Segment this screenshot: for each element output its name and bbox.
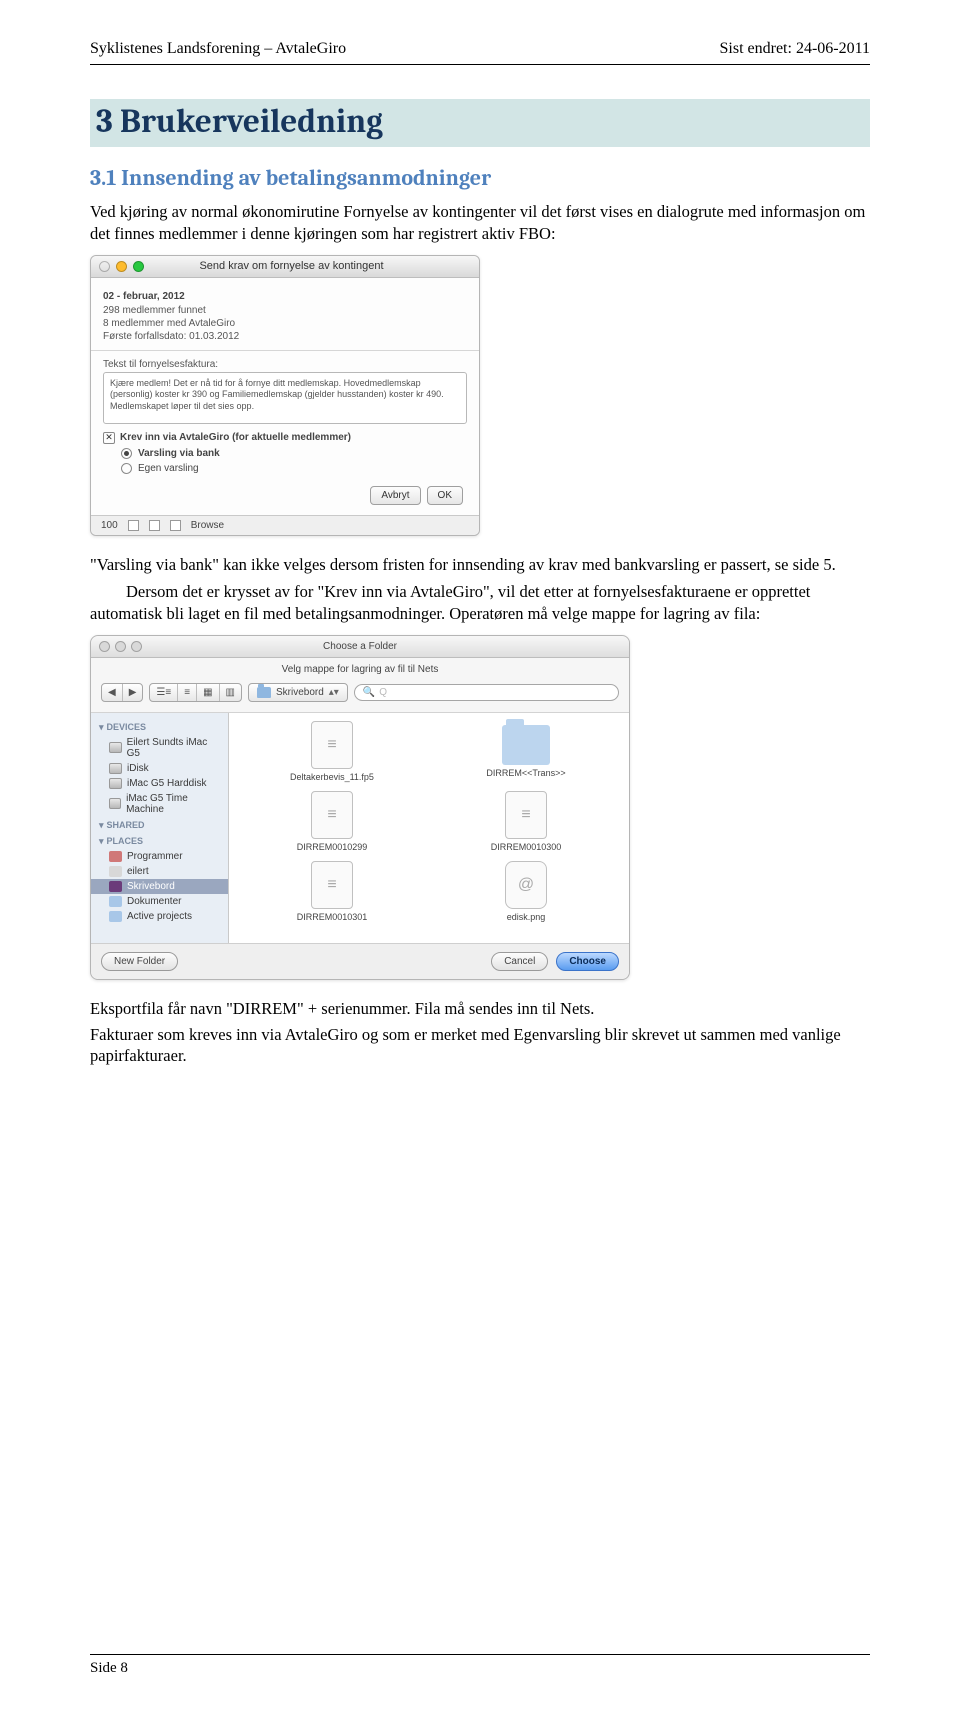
chevron-updown-icon: ▴▾ bbox=[329, 687, 339, 698]
file-item[interactable]: @edisk.png bbox=[433, 861, 619, 927]
dialog-titlebar: Send krav om fornyelse av kontingent bbox=[91, 256, 479, 278]
document-icon: ≡ bbox=[505, 791, 547, 839]
harddisk-icon bbox=[109, 778, 122, 789]
folder-icon bbox=[502, 725, 550, 765]
section-heading: 3 Brukerveiledning bbox=[90, 99, 870, 147]
back-icon[interactable]: ◀ bbox=[102, 684, 123, 701]
dialog-found: 298 medlemmer funnet bbox=[103, 305, 467, 316]
paragraph-varsling: "Varsling via bank" kan ikke velges ders… bbox=[90, 554, 870, 576]
file-grid[interactable]: ≡Deltakerbevis_11.fp5 DIRREM<<Trans>> ≡D… bbox=[229, 713, 629, 943]
status-mode: Browse bbox=[191, 520, 224, 531]
paragraph-fakturaer: Fakturaer som kreves inn via AvtaleGiro … bbox=[90, 1024, 870, 1068]
sidebar-item[interactable]: eilert bbox=[91, 864, 228, 879]
folder-dropdown[interactable]: Skrivebord ▴▾ bbox=[248, 683, 348, 702]
dialog-due: Første forfallsdato: 01.03.2012 bbox=[103, 331, 467, 342]
close-icon[interactable] bbox=[99, 261, 110, 272]
status-icon bbox=[128, 520, 139, 531]
intro-paragraph: Ved kjøring av normal økonomirutine Forn… bbox=[90, 201, 870, 245]
header-left: Syklistenes Landsforening – AvtaleGiro bbox=[90, 40, 346, 58]
document-icon: ≡ bbox=[311, 791, 353, 839]
sidebar-item[interactable]: Programmer bbox=[91, 849, 228, 864]
close-icon[interactable] bbox=[99, 641, 110, 652]
dialog-status-bar: 100 Browse bbox=[91, 515, 479, 535]
sidebar-item[interactable]: Eilert Sundts iMac G5 bbox=[91, 735, 228, 761]
choose-button[interactable]: Choose bbox=[556, 952, 619, 971]
disclosure-icon: ▾ bbox=[99, 836, 104, 847]
status-icon bbox=[149, 520, 160, 531]
search-icon: 🔍 bbox=[363, 687, 375, 698]
minimize-icon[interactable] bbox=[115, 641, 126, 652]
status-icon bbox=[170, 520, 181, 531]
radio-own-label: Egen varsling bbox=[138, 463, 199, 474]
document-icon: ≡ bbox=[311, 861, 353, 909]
cancel-button[interactable]: Cancel bbox=[491, 952, 548, 971]
folder-icon bbox=[109, 911, 122, 922]
folder-icon bbox=[109, 896, 122, 907]
radio-bank-label: Varsling via bank bbox=[138, 448, 220, 459]
renewal-dialog: Send krav om fornyelse av kontingent 02 … bbox=[90, 255, 480, 536]
zoom-icon[interactable] bbox=[131, 641, 142, 652]
file-item[interactable]: DIRREM<<Trans>> bbox=[433, 721, 619, 787]
home-icon bbox=[109, 866, 122, 877]
radio-bank[interactable] bbox=[121, 448, 132, 459]
search-input[interactable]: 🔍 Q bbox=[354, 684, 619, 701]
new-folder-button[interactable]: New Folder bbox=[101, 952, 178, 971]
textarea-label: Tekst til fornyelsesfaktura: bbox=[103, 359, 467, 370]
cancel-button[interactable]: Avbryt bbox=[370, 486, 420, 505]
file-item[interactable]: ≡DIRREM0010300 bbox=[433, 791, 619, 857]
view-icon-2[interactable]: ≡ bbox=[178, 684, 197, 701]
sidebar-item[interactable]: iMac G5 Time Machine bbox=[91, 791, 228, 817]
sidebar-item[interactable]: Dokumenter bbox=[91, 894, 228, 909]
sidebar-item[interactable]: Active projects bbox=[91, 909, 228, 924]
idisk-icon bbox=[109, 763, 122, 774]
sidebar-item-selected[interactable]: Skrivebord bbox=[91, 879, 228, 894]
chooser-title: Choose a Folder bbox=[323, 641, 397, 652]
file-item[interactable]: ≡DIRREM0010301 bbox=[239, 861, 425, 927]
dialog-title: Send krav om fornyelse av kontingent bbox=[112, 260, 471, 272]
view-mode-segment[interactable]: ☰≡ ≡ ▦ ▥ bbox=[149, 683, 242, 702]
search-placeholder: Q bbox=[379, 687, 387, 698]
ok-button[interactable]: OK bbox=[427, 486, 463, 505]
subsection-heading: 3.1 Innsending av betalingsanmodninger bbox=[90, 165, 870, 191]
dialog-date: 02 - februar, 2012 bbox=[103, 291, 467, 302]
image-icon: @ bbox=[505, 861, 547, 909]
sidebar-section-devices[interactable]: ▾DEVICES bbox=[91, 719, 228, 735]
disclosure-icon: ▾ bbox=[99, 722, 104, 733]
timemachine-icon bbox=[109, 798, 121, 809]
paragraph-export: Eksportfila får navn "DIRREM" + serienum… bbox=[90, 998, 870, 1020]
file-item[interactable]: ≡Deltakerbevis_11.fp5 bbox=[239, 721, 425, 787]
view-icon-3[interactable]: ▦ bbox=[197, 684, 219, 701]
header-rule bbox=[90, 64, 870, 65]
dialog-avtale: 8 medlemmer med AvtaleGiro bbox=[103, 318, 467, 329]
forward-icon[interactable]: ▶ bbox=[123, 684, 143, 701]
sidebar-section-shared[interactable]: ▾SHARED bbox=[91, 817, 228, 833]
apps-icon bbox=[109, 851, 122, 862]
radio-own[interactable] bbox=[121, 463, 132, 474]
desktop-icon bbox=[109, 881, 122, 892]
view-icon-4[interactable]: ▥ bbox=[220, 684, 241, 701]
disclosure-icon: ▾ bbox=[99, 820, 104, 831]
folder-icon bbox=[257, 687, 271, 698]
status-count: 100 bbox=[101, 520, 118, 531]
sidebar-item[interactable]: iMac G5 Harddisk bbox=[91, 776, 228, 791]
page-number: Side 8 bbox=[90, 1660, 128, 1677]
nav-back-forward[interactable]: ◀ ▶ bbox=[101, 683, 143, 702]
chooser-sidebar: ▾DEVICES Eilert Sundts iMac G5 iDisk iMa… bbox=[91, 713, 229, 943]
paragraph-krysset: Dersom det er krysset av for "Krev inn v… bbox=[90, 581, 870, 625]
chooser-titlebar: Choose a Folder bbox=[91, 636, 629, 658]
header-right: Sist endret: 24-06-2011 bbox=[720, 40, 871, 58]
avtalegiro-checkbox-label: Krev inn via AvtaleGiro (for aktuelle me… bbox=[120, 432, 351, 443]
chooser-subtitle: Velg mappe for lagring av fil til Nets bbox=[91, 664, 629, 675]
sidebar-section-places[interactable]: ▾PLACES bbox=[91, 833, 228, 849]
sidebar-item[interactable]: iDisk bbox=[91, 761, 228, 776]
imac-icon bbox=[109, 742, 122, 753]
avtalegiro-checkbox[interactable]: ✕ bbox=[103, 432, 115, 444]
invoice-text-input[interactable]: Kjære medlem! Det er nå tid for å fornye… bbox=[103, 372, 467, 424]
view-icon-1[interactable]: ☰≡ bbox=[150, 684, 178, 701]
folder-selected: Skrivebord bbox=[276, 687, 324, 698]
footer-rule bbox=[90, 1654, 870, 1655]
document-icon: ≡ bbox=[311, 721, 353, 769]
file-item[interactable]: ≡DIRREM0010299 bbox=[239, 791, 425, 857]
folder-chooser-dialog: Choose a Folder Velg mappe for lagring a… bbox=[90, 635, 630, 980]
